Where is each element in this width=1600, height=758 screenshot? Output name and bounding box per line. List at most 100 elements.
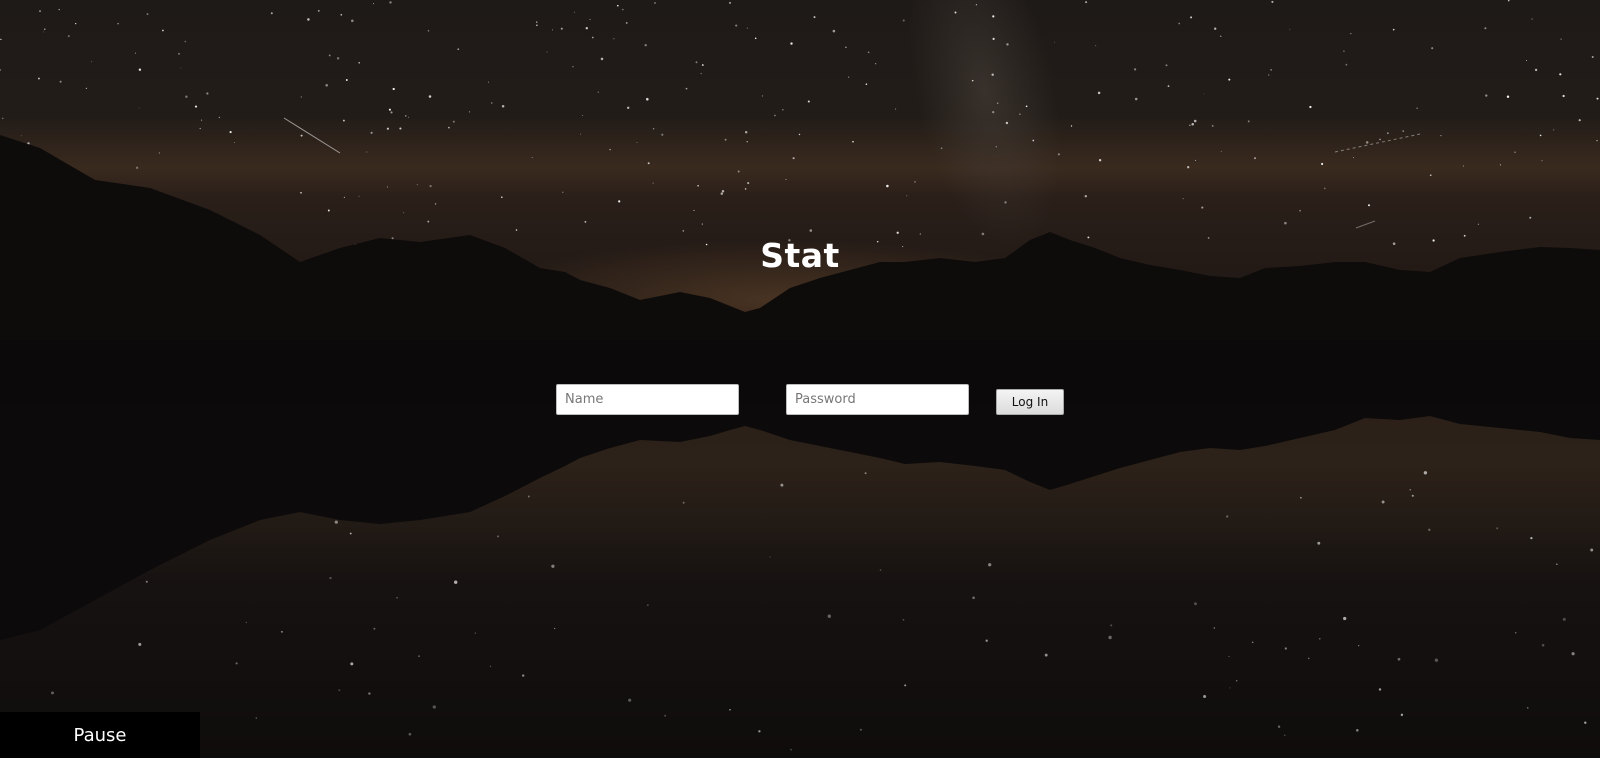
star xyxy=(1085,1,1088,4)
star xyxy=(646,97,649,101)
star xyxy=(613,38,615,40)
star xyxy=(427,220,430,223)
star-reflection xyxy=(1343,616,1347,621)
star xyxy=(761,95,764,97)
star xyxy=(721,189,725,193)
star xyxy=(1019,113,1021,115)
star xyxy=(1591,55,1594,59)
star xyxy=(1253,157,1257,160)
star xyxy=(644,44,647,47)
star xyxy=(1214,27,1217,30)
star xyxy=(992,37,995,41)
star-reflection xyxy=(972,596,975,600)
star xyxy=(300,134,303,137)
star xyxy=(389,1,392,4)
star xyxy=(896,231,899,234)
star-reflection xyxy=(1228,655,1230,657)
star xyxy=(560,27,563,30)
star-reflection xyxy=(902,618,905,621)
star-reflection xyxy=(496,535,500,538)
star xyxy=(343,196,346,199)
star xyxy=(194,105,198,108)
star xyxy=(582,115,584,116)
star-reflection xyxy=(780,483,784,487)
star xyxy=(1321,162,1324,166)
star xyxy=(1006,43,1009,46)
star xyxy=(700,72,702,75)
star-reflection xyxy=(1556,563,1558,565)
star xyxy=(867,51,870,54)
star-reflection xyxy=(1527,707,1529,709)
star-reflection xyxy=(988,563,992,567)
star xyxy=(390,111,393,114)
star xyxy=(685,87,688,90)
star xyxy=(701,223,703,225)
star-reflection xyxy=(1378,688,1382,691)
star xyxy=(919,233,921,235)
star xyxy=(138,107,140,109)
star xyxy=(399,127,402,130)
star-reflection xyxy=(1411,494,1414,497)
star xyxy=(728,1,732,4)
star xyxy=(609,148,611,151)
star xyxy=(138,68,142,71)
star xyxy=(865,83,868,85)
star xyxy=(790,42,793,45)
star-reflection xyxy=(1397,657,1401,661)
star xyxy=(366,151,368,153)
star-reflection xyxy=(1356,729,1359,732)
star xyxy=(746,27,749,29)
star xyxy=(693,209,695,212)
star-reflection xyxy=(527,495,530,498)
star-reflection xyxy=(1358,644,1360,647)
star xyxy=(744,130,748,134)
star xyxy=(340,13,343,16)
star xyxy=(199,127,201,130)
star-reflection xyxy=(985,639,988,642)
star xyxy=(1005,121,1009,125)
login-button[interactable]: Log In xyxy=(996,389,1064,415)
star xyxy=(307,18,310,21)
star xyxy=(336,57,340,60)
star-reflection xyxy=(396,596,398,599)
star-reflection xyxy=(1203,694,1207,699)
star xyxy=(416,184,418,186)
star xyxy=(229,131,232,134)
star xyxy=(91,61,93,63)
star xyxy=(636,141,638,144)
pause-video-button[interactable]: Pause xyxy=(0,712,200,758)
star xyxy=(1268,74,1270,76)
star-reflection xyxy=(338,689,341,692)
star xyxy=(342,119,345,122)
star xyxy=(746,141,748,143)
star xyxy=(1440,134,1442,137)
star-reflection xyxy=(1541,643,1545,647)
star xyxy=(1596,97,1599,100)
star xyxy=(345,79,348,81)
star xyxy=(616,4,619,7)
star xyxy=(1134,97,1138,101)
star xyxy=(1562,94,1565,98)
star xyxy=(501,105,505,108)
star-reflection xyxy=(1590,548,1594,552)
star xyxy=(407,116,410,118)
star xyxy=(618,200,621,203)
star xyxy=(358,62,361,64)
star xyxy=(1247,120,1250,123)
star xyxy=(1070,125,1073,127)
star-reflection xyxy=(1400,713,1404,717)
star xyxy=(1559,73,1562,76)
login-page: Stat Log In Pause xyxy=(0,0,1600,758)
star xyxy=(652,182,654,184)
star-reflection xyxy=(1562,617,1566,621)
star xyxy=(1531,18,1533,20)
star xyxy=(370,131,373,134)
star xyxy=(1004,201,1007,204)
star xyxy=(535,21,538,23)
star-reflection xyxy=(1044,653,1048,657)
star xyxy=(1506,95,1510,99)
star xyxy=(44,28,46,30)
star xyxy=(388,108,391,111)
name-input[interactable] xyxy=(556,384,739,415)
password-input[interactable] xyxy=(786,384,969,415)
